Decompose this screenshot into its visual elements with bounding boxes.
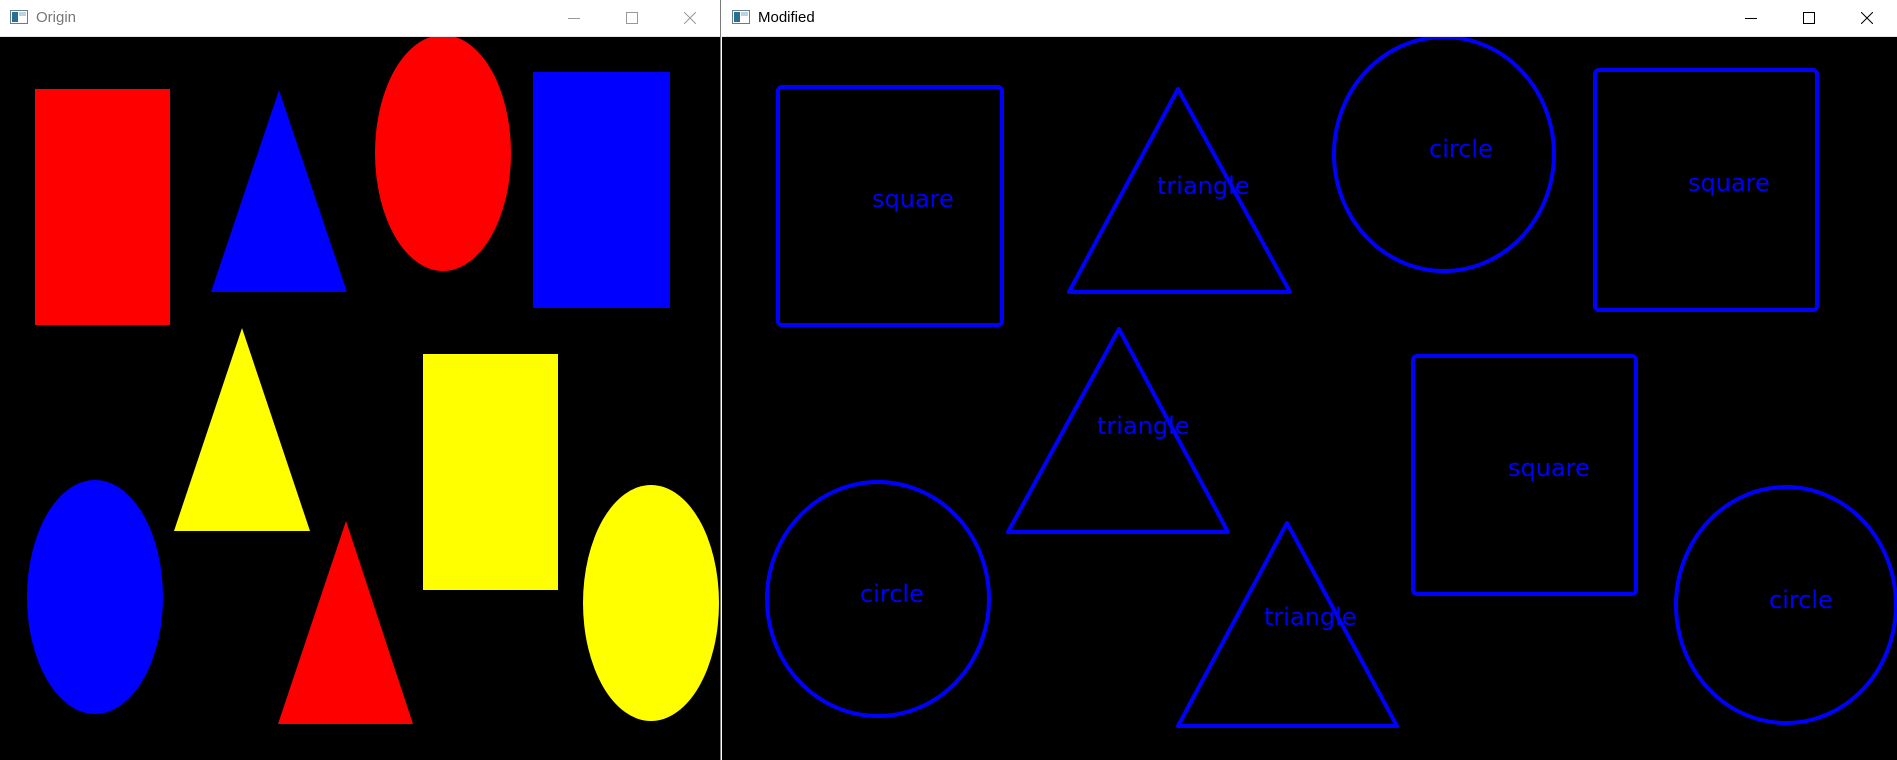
maximize-button[interactable] — [603, 0, 661, 36]
yellow-ellipse — [583, 485, 719, 721]
minimize-button[interactable] — [1722, 0, 1780, 36]
blue-ellipse — [27, 480, 163, 714]
minimize-button[interactable] — [545, 0, 603, 36]
modified-image: square triangle circle square triangle s… — [722, 37, 1897, 760]
shape-label: circle — [1429, 135, 1493, 163]
close-button[interactable] — [661, 0, 719, 36]
shape-label: triangle — [1097, 412, 1190, 440]
blue-rectangle — [533, 72, 670, 308]
maximize-button[interactable] — [1780, 0, 1838, 36]
close-icon — [1861, 12, 1873, 24]
modified-window[interactable]: Modified square triangle circle square t… — [722, 0, 1897, 760]
minimize-icon — [568, 18, 580, 19]
app-icon — [732, 10, 750, 24]
shape-label: square — [1688, 169, 1770, 197]
shape-label: circle — [860, 580, 924, 608]
shape-label: circle — [1769, 586, 1833, 614]
maximize-icon — [1803, 12, 1815, 24]
maximize-icon — [626, 12, 638, 24]
shape-label: triangle — [1157, 172, 1250, 200]
yellow-rectangle — [423, 354, 558, 590]
origin-window-title: Origin — [36, 9, 77, 26]
app-icon — [10, 10, 28, 24]
minimize-icon — [1745, 18, 1757, 19]
shape-label: triangle — [1264, 603, 1357, 631]
red-rectangle — [35, 89, 170, 325]
origin-image — [0, 37, 720, 760]
origin-window[interactable]: Origin — [0, 0, 721, 760]
close-icon — [684, 12, 696, 24]
red-ellipse — [375, 37, 511, 271]
modified-window-title: Modified — [758, 9, 815, 26]
origin-title-bar[interactable]: Origin — [0, 0, 720, 37]
close-button[interactable] — [1838, 0, 1896, 36]
modified-title-bar[interactable]: Modified — [722, 0, 1897, 37]
shape-label: square — [1508, 454, 1590, 482]
shape-label: square — [872, 185, 954, 213]
